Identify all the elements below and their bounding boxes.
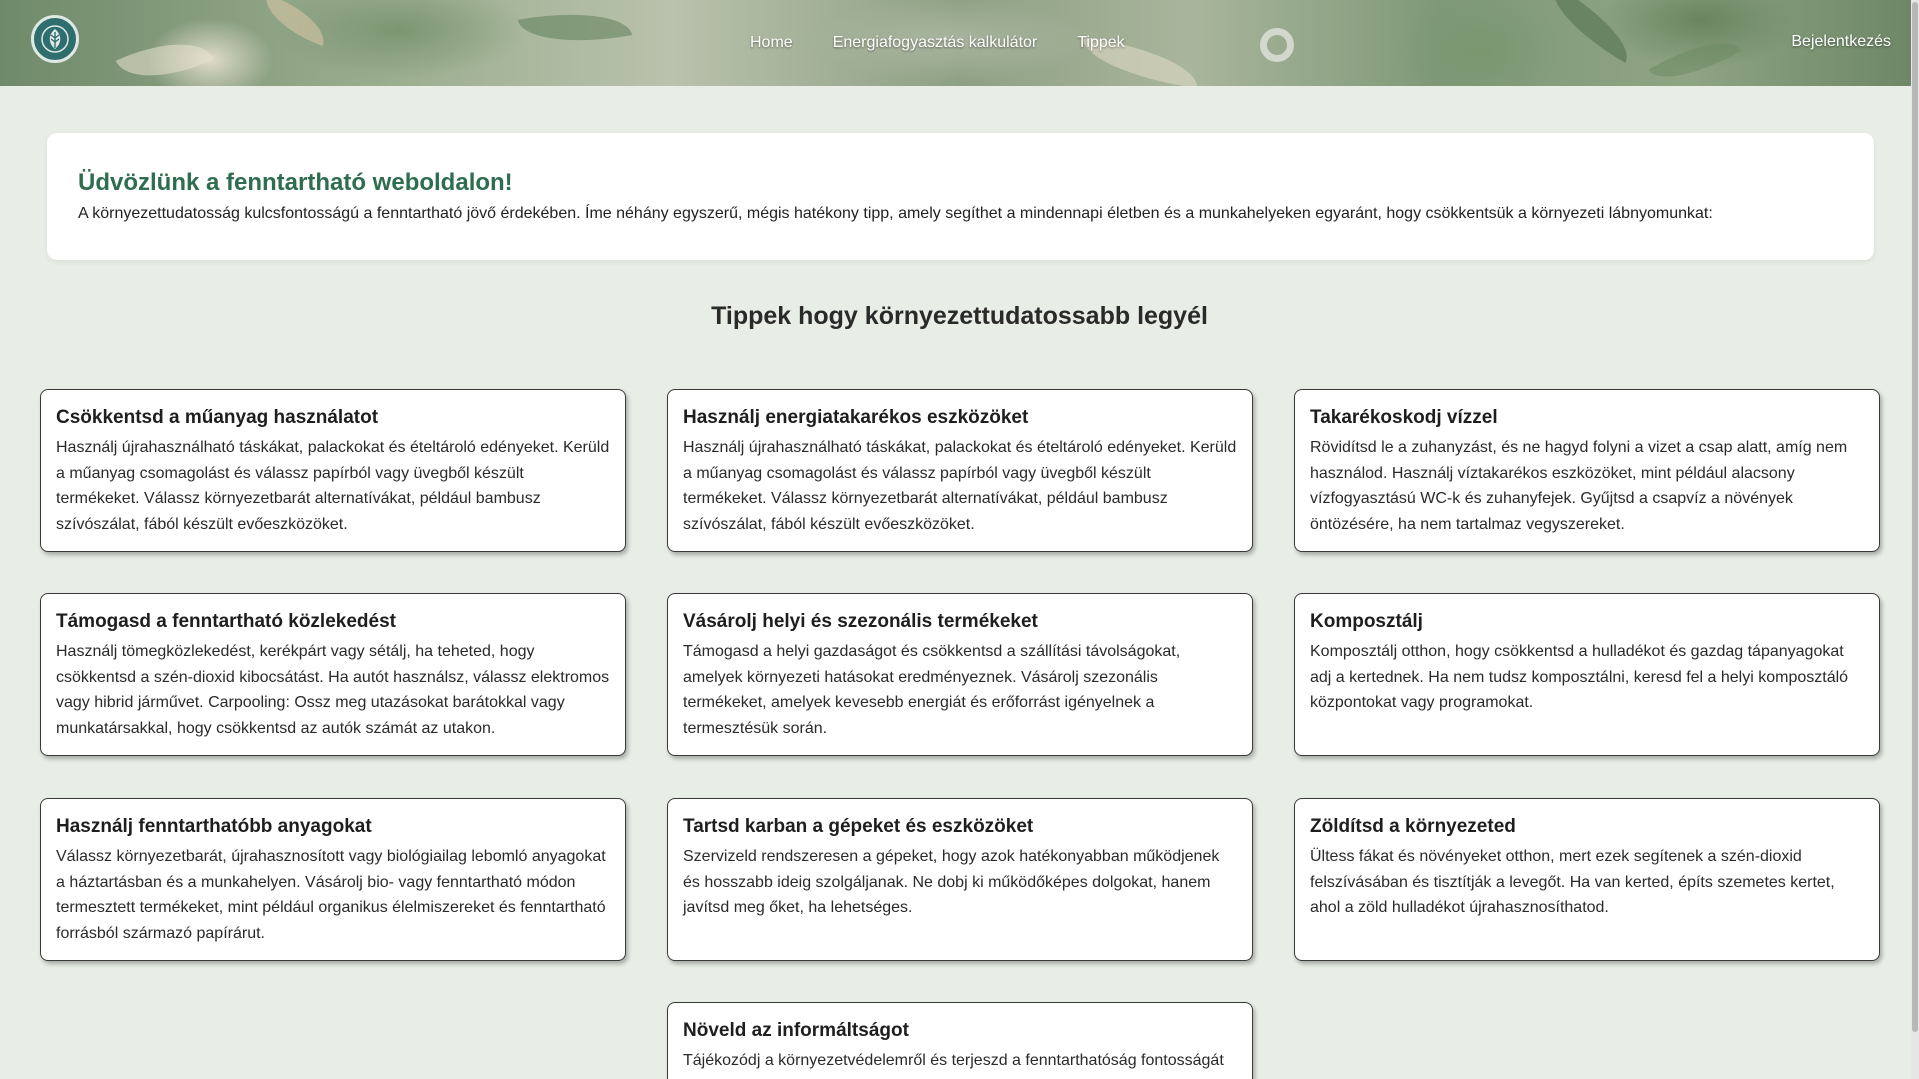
tip-card: Tartsd karban a gépeket és eszközöket Sz… [667,798,1253,961]
decorative-leaf [256,0,334,47]
tip-text: Támogasd a helyi gazdaságot és csökkents… [683,643,1181,737]
tip-card: Zöldítsd a környezeted Ültess fákat és n… [1294,798,1880,961]
tip-text: Használj tömegközlekedést, kerékpárt vag… [56,643,610,737]
page-scrollbar[interactable] [1911,0,1919,1079]
tip-card: Csökkentsd a műanyag használatot Használ… [40,389,626,552]
nav-tips-link[interactable]: Tippek [1077,34,1124,52]
tip-text: Rövidítsd le a zuhanyzást, és ne hagyd f… [1310,439,1848,533]
tip-card: Használj fenntarthatóbb anyagokat Válass… [40,798,626,961]
tip-text: Ültess fákat és növényeket otthon, mert … [1310,848,1835,916]
main-nav: Home Energiafogyasztás kalkulátor Tippek [750,0,1125,86]
tip-title: Tartsd karban a gépeket és eszközöket [683,816,1034,837]
header-navbar: Home Energiafogyasztás kalkulátor Tippek… [0,0,1919,86]
tip-text: Szervizeld rendszeresen a gépeket, hogy … [683,848,1220,916]
tip-card: Takarékoskodj vízzel Rövidítsd le a zuha… [1294,389,1880,552]
login-link[interactable]: Bejelentkezés [1791,33,1891,51]
leaf-logo-icon[interactable] [31,15,79,63]
tip-title: Zöldítsd a környezeted [1310,816,1516,837]
tip-title: Vásárolj helyi és szezonális termékeket [683,611,1038,632]
nav-energy-calculator-link[interactable]: Energiafogyasztás kalkulátor [833,34,1038,52]
decorative-leaf [517,0,633,55]
tip-title: Használj fenntarthatóbb anyagokat [56,816,372,837]
tip-title: Csökkentsd a műanyag használatot [56,407,379,428]
tip-card: Támogasd a fenntartható közlekedést Hasz… [40,593,626,756]
nav-home-link[interactable]: Home [750,34,793,52]
decorative-ring [1260,28,1294,62]
tip-title: Növeld az informáltságot [683,1020,909,1041]
tip-title: Használj energiatakarékos eszközöket [683,407,1029,428]
leaf-logo-svg [41,25,69,53]
welcome-card: Üdvözlünk a fenntartható weboldalon! A k… [47,133,1874,260]
tip-title: Támogasd a fenntartható közlekedést [56,611,396,632]
tip-text: Használj újrahasználható táskákat, palac… [683,439,1237,533]
tip-card: Komposztálj Komposztálj otthon, hogy csö… [1294,593,1880,756]
tip-text: Használj újrahasználható táskákat, palac… [56,439,610,533]
welcome-text: A környezettudatosság kulcsfontosságú a … [78,205,1713,222]
decorative-leaf [115,22,215,86]
tip-card: Növeld az informáltságot Tájékozódj a kö… [667,1002,1253,1079]
scrollbar-thumb[interactable] [1912,2,1918,1032]
tips-section-title: Tippek hogy környezettudatossabb legyél [711,302,1208,330]
tip-title: Komposztálj [1310,611,1423,632]
tip-card: Használj energiatakarékos eszközöket Has… [667,389,1253,552]
tip-card: Vásárolj helyi és szezonális termékeket … [667,593,1253,756]
decorative-leaf [1538,0,1642,63]
welcome-title: Üdvözlünk a fenntartható weboldalon! [78,169,513,196]
decorative-leaf [1648,24,1742,86]
tip-text: Tájékozódj a környezetvédelemről és terj… [683,1052,1224,1069]
tip-text: Válassz környezetbarát, újrahasznosított… [56,848,606,942]
tip-title: Takarékoskodj vízzel [1310,407,1498,428]
tip-text: Komposztálj otthon, hogy csökkentsd a hu… [1310,643,1849,711]
